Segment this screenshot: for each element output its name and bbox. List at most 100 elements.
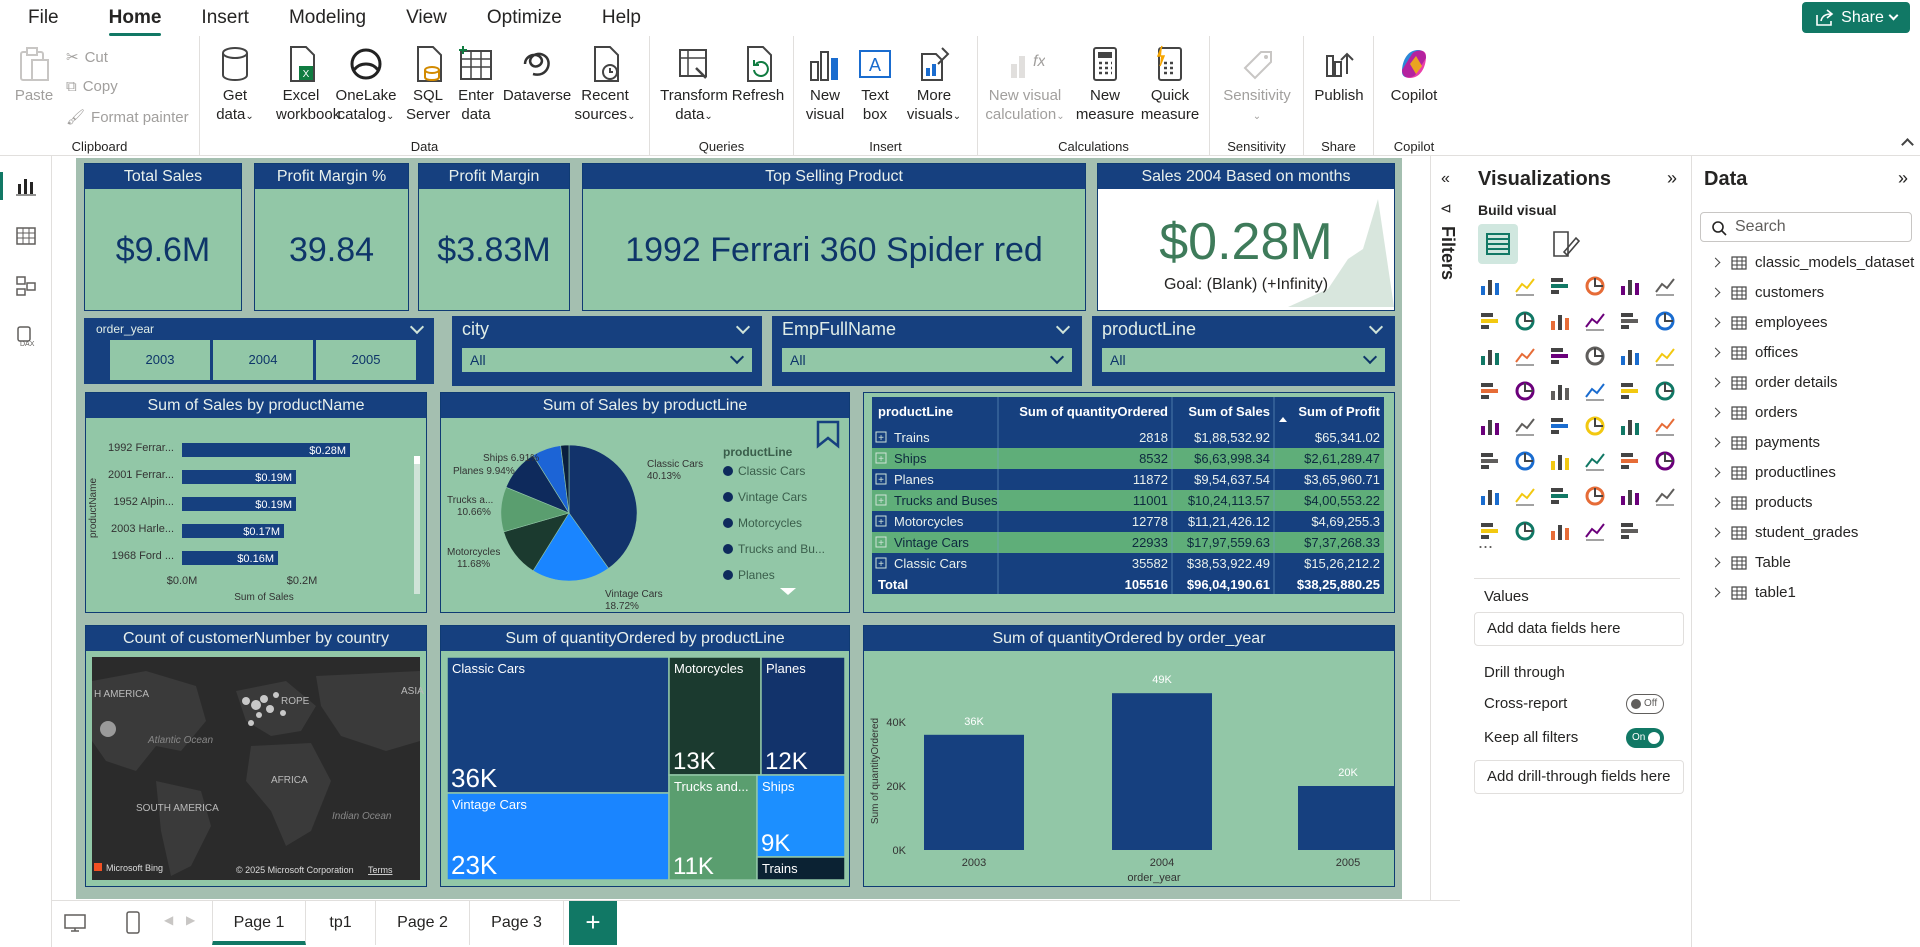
year-2003-tile[interactable]: 2003 — [110, 340, 210, 380]
card-profit-margin[interactable]: Profit Margin $3.83M — [418, 163, 570, 311]
data-table-item[interactable]: payments — [1710, 434, 1820, 451]
data-table-item[interactable]: employees — [1710, 314, 1828, 331]
kpi-sales-2004[interactable]: Sales 2004 Based on months $0.28M Goal: … — [1097, 163, 1395, 311]
visual-type-icon[interactable] — [1548, 449, 1572, 473]
mobile-layout-icon[interactable] — [126, 911, 140, 935]
visual-type-icon[interactable] — [1478, 414, 1502, 438]
text-box-button[interactable]: A Text box — [852, 44, 898, 124]
visual-type-icon[interactable] — [1583, 519, 1607, 543]
recent-sources-button[interactable]: Recent sources⌄ — [572, 44, 638, 126]
expand-chevron-icon[interactable] — [1710, 377, 1721, 388]
visual-type-icon[interactable] — [1548, 344, 1572, 368]
data-table-item[interactable]: productlines — [1710, 464, 1836, 481]
map-bubble[interactable] — [242, 697, 250, 705]
expand-chevron-icon[interactable] — [1710, 527, 1721, 538]
menu-insert[interactable]: Insert — [181, 0, 269, 36]
refresh-button[interactable]: Refresh — [730, 44, 786, 105]
visual-type-icon[interactable] — [1583, 274, 1607, 298]
column-bar[interactable] — [1112, 693, 1212, 850]
tab-page-3[interactable]: Page 3 — [470, 901, 564, 945]
visual-type-icon[interactable] — [1618, 519, 1642, 543]
visual-type-icon[interactable] — [1583, 414, 1607, 438]
visual-type-icon[interactable] — [1478, 449, 1502, 473]
dataverse-button[interactable]: Dataverse — [500, 44, 574, 105]
visual-type-icon[interactable] — [1618, 449, 1642, 473]
menu-help[interactable]: Help — [582, 0, 661, 36]
table-header-cell[interactable]: Sum of Profit — [1298, 404, 1380, 419]
data-search-input[interactable]: Search — [1700, 212, 1912, 242]
cut-button[interactable]: ✂ Cut — [66, 48, 108, 67]
scrollbar-thumb[interactable] — [414, 456, 420, 464]
desktop-layout-icon[interactable] — [64, 913, 86, 933]
visual-type-icon[interactable] — [1513, 309, 1537, 333]
transform-data-button[interactable]: Transform data⌄ — [660, 44, 728, 126]
expand-chevron-icon[interactable] — [1710, 437, 1721, 448]
map-bubble[interactable] — [260, 695, 268, 703]
menu-optimize[interactable]: Optimize — [467, 0, 582, 36]
expand-chevron-icon[interactable] — [1710, 587, 1721, 598]
new-visual-calculation-button[interactable]: fx New visual calculation⌄ — [984, 44, 1066, 126]
sensitivity-button[interactable]: Sensitivity ⌄ — [1214, 44, 1300, 126]
card-top-selling-product[interactable]: Top Selling Product 1992 Ferrari 360 Spi… — [582, 163, 1086, 311]
visual-type-icon[interactable] — [1478, 379, 1502, 403]
table-row[interactable] — [872, 427, 1384, 448]
bookmark-icon[interactable] — [816, 420, 840, 449]
visual-type-icon[interactable] — [1513, 519, 1537, 543]
visual-type-icon[interactable] — [1653, 449, 1677, 473]
format-painter-button[interactable]: 🖌 Format painter — [66, 108, 189, 127]
visual-type-icon[interactable] — [1513, 344, 1537, 368]
map-bubble[interactable] — [280, 710, 286, 716]
add-drill-through-drop[interactable]: Add drill-through fields here — [1474, 760, 1684, 794]
visual-type-icon[interactable] — [1548, 519, 1572, 543]
publish-button[interactable]: Publish — [1310, 44, 1368, 105]
menu-home[interactable]: Home — [89, 0, 182, 36]
copy-button[interactable]: ⧉ Copy — [66, 78, 118, 95]
card-total-sales[interactable]: Total Sales $9.6M — [84, 163, 242, 311]
column-bar[interactable] — [1298, 786, 1398, 850]
share-button[interactable]: Share — [1802, 2, 1910, 33]
visual-type-icon[interactable] — [1583, 344, 1607, 368]
productline-dropdown[interactable]: All — [1102, 348, 1385, 372]
visual-type-icon[interactable] — [1513, 274, 1537, 298]
prev-page-icon[interactable]: ◀ — [164, 913, 173, 927]
treemap-quantity-by-productline[interactable]: Sum of quantityOrdered by productLine Cl… — [440, 625, 850, 887]
data-table-item[interactable]: student_grades — [1710, 524, 1858, 541]
map-bubble[interactable] — [248, 720, 254, 726]
visual-type-icon[interactable] — [1478, 274, 1502, 298]
visual-type-icon[interactable] — [1513, 379, 1537, 403]
map-bubble[interactable] — [251, 700, 261, 710]
expand-chevron-icon[interactable] — [1710, 347, 1721, 358]
visual-type-icon[interactable] — [1478, 344, 1502, 368]
data-table-item[interactable]: classic_models_dataset — [1710, 254, 1914, 271]
table-header-cell[interactable]: Sum of Sales — [1188, 404, 1270, 419]
sql-server-button[interactable]: SQL Server — [406, 44, 450, 124]
emp-dropdown[interactable]: All — [782, 348, 1072, 372]
cross-report-toggle[interactable]: Off — [1626, 694, 1664, 714]
visual-type-icon[interactable] — [1548, 309, 1572, 333]
card-profit-margin-pct[interactable]: Profit Margin % 39.84 — [254, 163, 409, 311]
map-bubble[interactable] — [273, 692, 279, 698]
data-table-item[interactable]: order details — [1710, 374, 1838, 391]
expand-chevron-icon[interactable] — [1710, 287, 1721, 298]
menu-modeling[interactable]: Modeling — [269, 0, 386, 36]
visual-type-icon[interactable] — [1478, 309, 1502, 333]
quick-measure-button[interactable]: Quick measure — [1138, 44, 1202, 124]
expand-chevron-icon[interactable] — [1710, 407, 1721, 418]
expand-chevron-icon[interactable] — [1710, 317, 1721, 328]
visual-type-icon[interactable] — [1548, 484, 1572, 508]
bar-chart-sales-by-productname[interactable]: Sum of Sales by productName 1992 Ferrar.… — [85, 392, 427, 613]
map-bubble[interactable] — [100, 721, 116, 737]
tab-tp1[interactable]: tp1 — [306, 901, 376, 945]
expand-chevron-icon[interactable] — [1710, 467, 1721, 478]
column-chart-quantity-by-year[interactable]: Sum of quantityOrdered by order_year 0K 2… — [863, 625, 1398, 887]
data-table-item[interactable]: table1 — [1710, 584, 1796, 601]
tab-page-1[interactable]: Page 1 — [212, 901, 306, 945]
new-measure-button[interactable]: New measure — [1074, 44, 1136, 124]
table-header-cell[interactable]: productLine — [878, 404, 953, 419]
tab-page-2[interactable]: Page 2 — [376, 901, 470, 945]
visual-type-icon[interactable] — [1653, 414, 1677, 438]
format-visual-tab[interactable] — [1544, 224, 1584, 264]
onelake-catalog-button[interactable]: OneLake catalog⌄ — [334, 44, 398, 126]
data-table-item[interactable]: Table — [1710, 554, 1791, 571]
excel-workbook-button[interactable]: X Excel workbook — [276, 44, 340, 124]
